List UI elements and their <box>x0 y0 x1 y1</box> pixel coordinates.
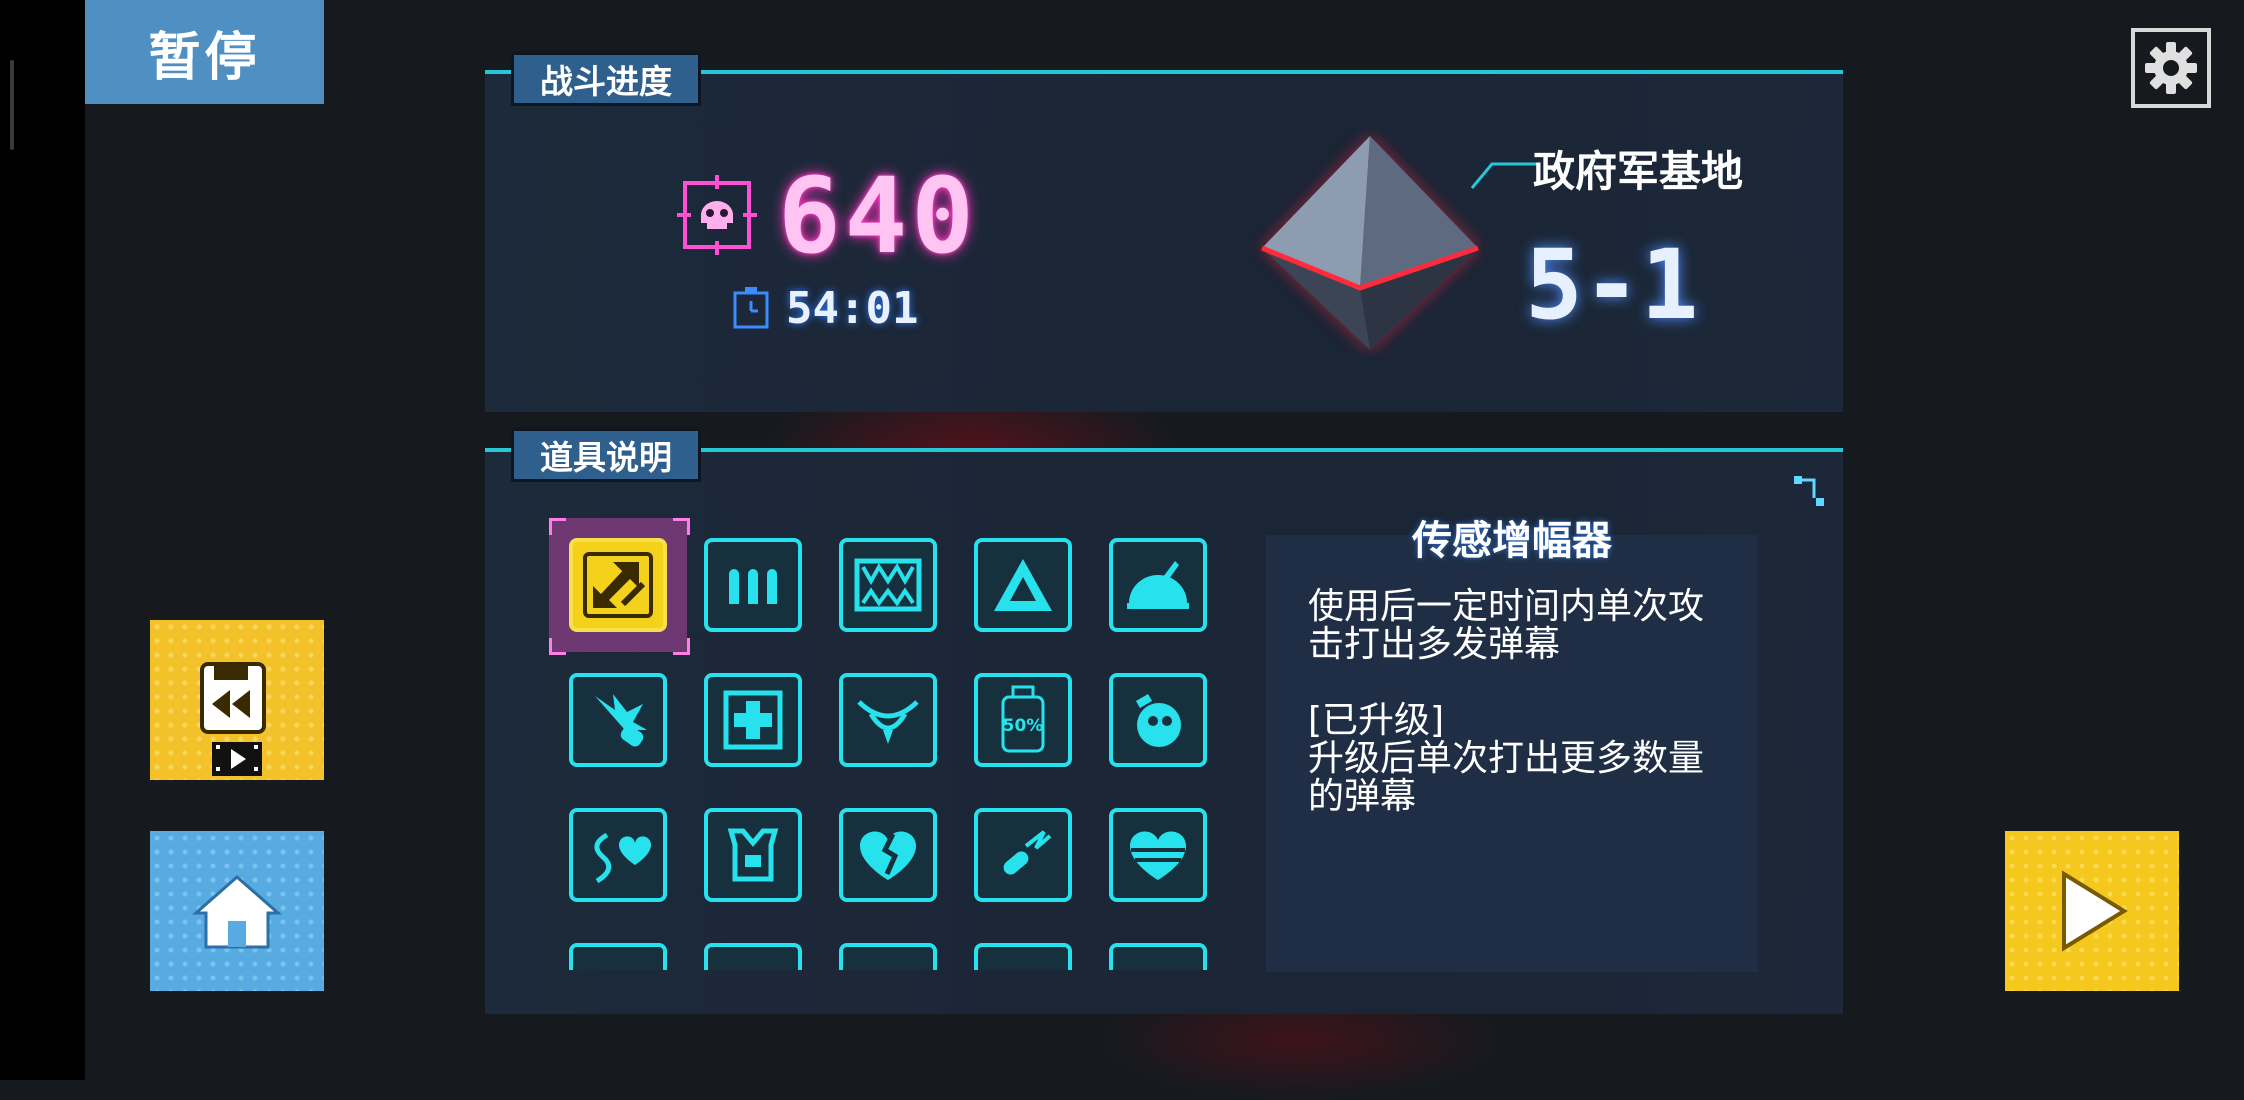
item-heart-hook[interactable] <box>569 808 667 902</box>
item-partial[interactable] <box>1109 943 1207 970</box>
stopwatch-icon <box>733 287 769 329</box>
medkit-icon <box>723 690 783 750</box>
highlight-corner <box>549 518 566 535</box>
replay-video-icon <box>200 662 266 776</box>
item-medkit[interactable] <box>704 673 802 767</box>
stage-name: 政府军基地 <box>1533 147 1744 196</box>
item-partial[interactable] <box>839 943 937 970</box>
kill-count: 640 <box>778 155 978 277</box>
half-bottle-icon: 50% <box>1001 685 1045 753</box>
item-armor-vest[interactable] <box>704 808 802 902</box>
armor-vest-icon <box>727 828 779 882</box>
battle-progress-tab: 战斗进度 <box>511 52 701 106</box>
home-icon <box>192 875 282 949</box>
broken-heart-icon <box>860 831 916 880</box>
fangs-icon <box>854 558 922 612</box>
home-button[interactable] <box>150 831 324 991</box>
item-ammo[interactable] <box>704 538 802 632</box>
item-description-title: 传感增幅器 <box>1412 518 1612 564</box>
potion-icon <box>1135 694 1181 747</box>
sensor-amplifier-icon <box>583 552 653 618</box>
heart-hook-icon <box>594 832 651 884</box>
highlight-corner <box>549 638 566 655</box>
item-broken-heart[interactable] <box>839 808 937 902</box>
highlight-corner <box>673 518 690 535</box>
stage-pointer-line <box>1470 162 1538 189</box>
item-half-bottle[interactable]: 50% <box>974 673 1072 767</box>
item-partial[interactable] <box>704 943 802 970</box>
crystal-boss-icon <box>1261 136 1479 350</box>
item-description-text: 使用后一定时间内单次攻 击打出多发弹幕 [已升级] 升级后单次打出更多数量 的弹… <box>1308 586 1705 817</box>
pause-title: 暂停 <box>85 0 324 104</box>
striped-heart-icon <box>1130 831 1186 880</box>
settings-button[interactable] <box>2131 28 2211 108</box>
gear-icon <box>2145 42 2197 94</box>
replay-video-button[interactable] <box>150 620 324 780</box>
play-icon <box>2062 870 2128 952</box>
item-eye[interactable] <box>839 673 937 767</box>
item-triad[interactable] <box>974 538 1072 632</box>
item-info-tab: 道具说明 <box>511 428 701 482</box>
helmet-icon <box>1127 561 1189 609</box>
battle-timer: 54:01 <box>786 283 919 334</box>
ammo-icon <box>729 569 777 604</box>
item-partial[interactable] <box>569 943 667 970</box>
item-sensor-amplifier[interactable] <box>569 538 667 632</box>
skull-target-icon <box>677 175 757 255</box>
expand-icon[interactable] <box>1792 474 1826 508</box>
triad-icon <box>994 559 1052 611</box>
item-grid: 50% <box>569 538 1209 970</box>
bottle-percent-label: 50% <box>1003 716 1044 736</box>
scroll-indicator <box>10 60 14 150</box>
item-partial[interactable] <box>974 943 1072 970</box>
eye-icon <box>857 700 919 744</box>
resume-button[interactable] <box>2005 831 2179 991</box>
stage-number: 5-1 <box>1525 229 1699 341</box>
bullet-icon <box>1003 830 1052 875</box>
item-striped-heart[interactable] <box>1109 808 1207 902</box>
item-bullet[interactable] <box>974 808 1072 902</box>
item-helmet[interactable] <box>1109 538 1207 632</box>
item-burst[interactable] <box>569 673 667 767</box>
item-fangs[interactable] <box>839 538 937 632</box>
item-potion[interactable] <box>1109 673 1207 767</box>
burst-icon <box>595 694 647 747</box>
system-edge <box>0 0 85 1080</box>
